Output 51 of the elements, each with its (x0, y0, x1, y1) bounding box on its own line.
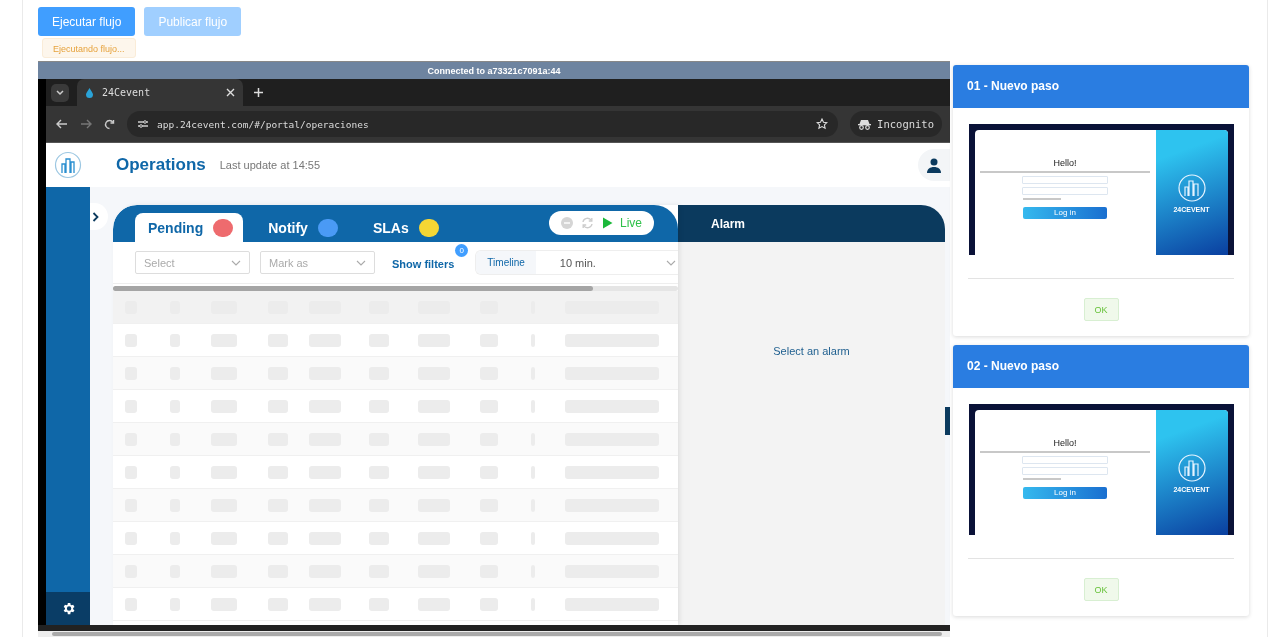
placeholder-text-line (1022, 478, 1061, 480)
empty-state-text: Select an alarm (773, 345, 850, 359)
horizontal-scrollbar[interactable] (113, 286, 678, 291)
reload-icon (104, 118, 115, 130)
chevron-down-icon (666, 259, 676, 266)
chevron-down-icon (231, 259, 241, 266)
status-tab[interactable]: SLAs (359, 213, 449, 242)
connection-bar: Connected to a73321c7091a:44 (38, 61, 950, 79)
horizontal-scrollbar[interactable] (38, 631, 950, 637)
refresh-button[interactable] (581, 217, 594, 229)
user-icon (926, 157, 942, 173)
timeline-dropdown[interactable]: Timeline 10 min. (475, 250, 678, 275)
chevron-right-icon (92, 211, 99, 222)
url-text: app.24cevent.com/#/portal/operaciones (157, 118, 370, 130)
drop-icon (85, 87, 94, 98)
resize-handle[interactable] (945, 407, 950, 435)
status-tab[interactable]: Notify (255, 213, 348, 242)
chevron-down-icon (356, 259, 366, 266)
pause-button[interactable] (561, 217, 573, 229)
show-filters-link[interactable]: Show filters (392, 257, 455, 270)
tab-title: 24Cevent (102, 87, 152, 98)
buildings-logo-icon (54, 151, 82, 179)
placeholder-text-line (1022, 198, 1061, 200)
page-title: Operations (116, 155, 206, 175)
plus-icon (253, 87, 264, 98)
incognito-icon (858, 118, 872, 130)
forward-arrow-icon (80, 119, 92, 129)
step-title: 01 - Nuevo paso (953, 65, 1249, 108)
play-icon (602, 217, 613, 229)
greeting-heading: Hello! (1053, 438, 1077, 448)
status-tab[interactable]: Pending (135, 213, 244, 242)
incognito-button[interactable]: Incognito (850, 111, 942, 137)
buildings-logo-icon (1176, 172, 1207, 203)
greeting-heading: Hello! (1053, 158, 1077, 168)
back-arrow-icon (56, 119, 68, 129)
minus-circle-icon (561, 217, 573, 229)
browser-tab[interactable]: 24Cevent (77, 79, 243, 106)
buildings-logo-icon (1176, 452, 1207, 483)
user-avatar-button[interactable] (918, 149, 950, 181)
address-field[interactable]: app.24cevent.com/#/portal/operaciones (127, 111, 839, 137)
close-icon (226, 88, 235, 97)
refresh-icon (581, 217, 594, 229)
site-settings-icon (137, 119, 149, 129)
count-badge: 0 (455, 243, 469, 257)
star-icon (816, 118, 829, 130)
settings-button[interactable] (46, 592, 90, 625)
last-update-text: Last update at 14:55 (219, 159, 321, 171)
tab-menu-button[interactable] (51, 83, 69, 102)
chevron-down-icon (56, 89, 64, 96)
step-title: 02 - Nuevo paso (953, 345, 1249, 388)
status-badge: Ejecutando flujo... (42, 38, 136, 58)
